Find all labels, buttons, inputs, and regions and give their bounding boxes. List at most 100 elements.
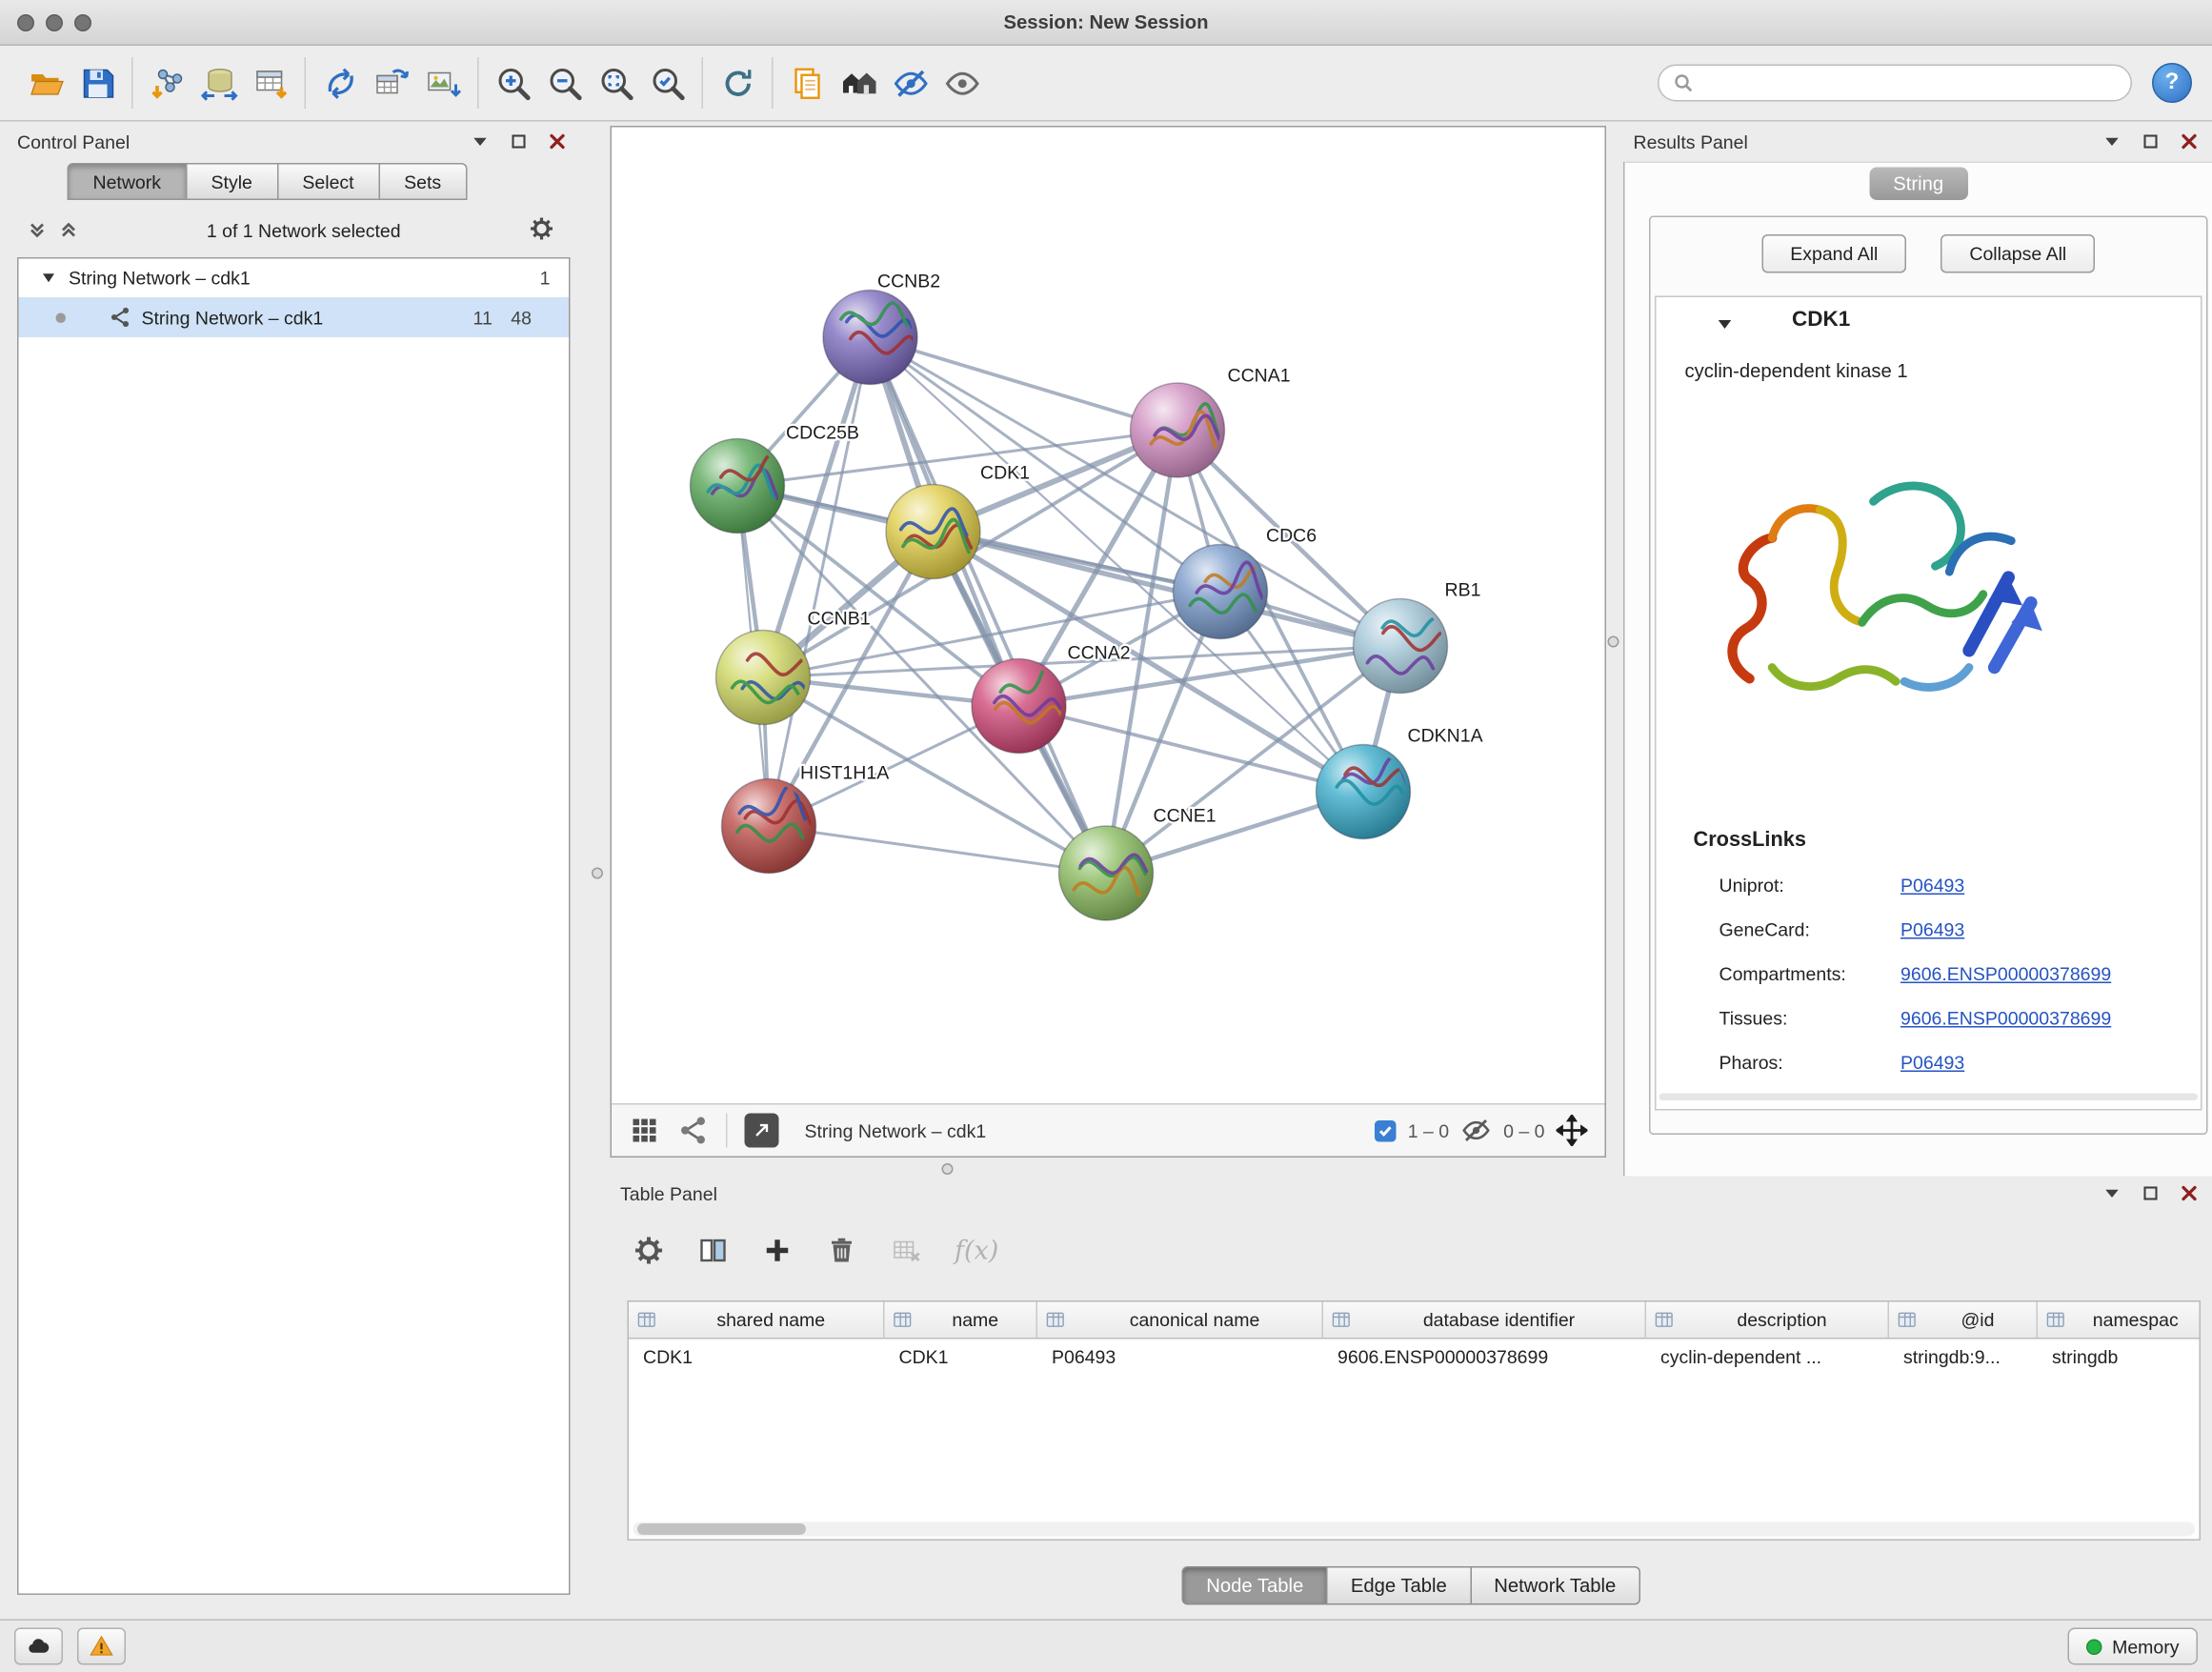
hide-selected-button[interactable] — [885, 54, 936, 111]
crosslink-value-link[interactable]: 9606.ENSP00000378699 — [1900, 963, 2111, 985]
network-node-HIST1H1A[interactable] — [722, 779, 816, 874]
search-box[interactable] — [1658, 65, 2132, 102]
tab-edge-table[interactable]: Edge Table — [1328, 1566, 1471, 1605]
panel-close-icon[interactable] — [2181, 133, 2198, 151]
network-node-CCNA2[interactable] — [972, 659, 1066, 754]
network-node-RB1[interactable] — [1354, 599, 1449, 694]
network-node-CDK1[interactable] — [886, 485, 980, 579]
crosslink-value-link[interactable]: 9606.ENSP00000378699 — [1900, 1008, 2111, 1030]
cloud-button[interactable] — [14, 1628, 63, 1665]
selected-nodes-checkbox[interactable] — [1375, 1119, 1397, 1141]
table-settings-gear-icon[interactable] — [633, 1235, 665, 1266]
refresh-button[interactable] — [712, 54, 763, 111]
copy-document-button[interactable] — [782, 54, 834, 111]
bottom-splitter-handle[interactable] — [942, 1163, 954, 1175]
add-column-plus-icon[interactable] — [762, 1235, 794, 1266]
expand-all-button[interactable]: Expand All — [1761, 234, 1906, 273]
network-node-CCNB2[interactable] — [823, 291, 917, 385]
panel-collapse-icon[interactable] — [2103, 1185, 2121, 1202]
crosslink-value-link[interactable]: P06493 — [1900, 1052, 1964, 1074]
help-button[interactable]: ? — [2152, 63, 2192, 103]
network-node-CDKN1A[interactable] — [1317, 745, 1412, 839]
node-table: shared namenamecanonical namedatabase id… — [628, 1300, 2202, 1541]
tab-style[interactable]: Style — [187, 163, 278, 200]
collapse-all-icon[interactable] — [28, 220, 48, 240]
network-node-CCNE1[interactable] — [1059, 826, 1154, 920]
column-header-database-identifier[interactable]: database identifier — [1323, 1302, 1646, 1339]
entry-collapse-icon[interactable] — [1717, 316, 1734, 338]
window-zoom-button[interactable] — [74, 14, 91, 31]
open-in-new-window-button[interactable] — [745, 1114, 779, 1148]
network-graph[interactable]: CCNB2CCNA1CDC25BCDK1CDC6RB1CCNB1CCNA2CDK… — [612, 128, 1605, 1105]
tree-expander-icon[interactable] — [42, 268, 56, 290]
show-columns-icon[interactable] — [697, 1235, 729, 1266]
zoom-selected-button[interactable] — [642, 54, 694, 111]
birds-eye-view-icon[interactable] — [629, 1115, 660, 1146]
tab-select[interactable]: Select — [278, 163, 380, 200]
collapse-all-button[interactable]: Collapse All — [1941, 234, 2095, 273]
tab-string[interactable]: String — [1869, 168, 1968, 201]
tab-node-table[interactable]: Node Table — [1182, 1566, 1328, 1605]
function-builder-button[interactable]: f(x) — [955, 1236, 998, 1266]
crosslink-value-link[interactable]: P06493 — [1900, 875, 1964, 896]
crosslink-value-link[interactable]: P06493 — [1900, 919, 1964, 941]
column-header--id[interactable]: @id — [1889, 1302, 2038, 1339]
column-header-namespac[interactable]: namespac — [2038, 1302, 2201, 1339]
column-header-description[interactable]: description — [1646, 1302, 1889, 1339]
network-node-CDC25B[interactable] — [691, 439, 787, 534]
expand-all-icon[interactable] — [59, 220, 79, 240]
crosslink-row: Uniprot:P06493 — [1719, 863, 2187, 908]
panel-float-icon[interactable] — [511, 133, 528, 151]
new-network-from-selection-button[interactable] — [314, 54, 366, 111]
node-label-CDC25B: CDC25B — [786, 423, 859, 444]
left-splitter-handle[interactable] — [592, 868, 603, 879]
network-collection-row[interactable]: String Network – cdk1 1 — [19, 259, 570, 298]
tab-sets[interactable]: Sets — [380, 163, 468, 200]
table-hscrollbar-thumb[interactable] — [637, 1523, 806, 1535]
network-node-CDC6[interactable] — [1174, 545, 1272, 639]
panel-float-icon[interactable] — [2142, 1185, 2160, 1202]
zoom-out-button[interactable] — [539, 54, 591, 111]
panel-float-icon[interactable] — [2142, 133, 2160, 151]
home-button[interactable] — [834, 54, 885, 111]
column-header-name[interactable]: name — [885, 1302, 1038, 1339]
window-minimize-button[interactable] — [46, 14, 63, 31]
import-table-from-file-button[interactable] — [245, 54, 296, 111]
import-network-from-file-button[interactable] — [142, 54, 193, 111]
tab-network[interactable]: Network — [68, 163, 188, 200]
search-input[interactable] — [1702, 72, 2117, 94]
memory-button[interactable]: Memory — [2068, 1628, 2198, 1665]
network-options-gear-icon[interactable] — [529, 215, 554, 246]
share-network-icon[interactable] — [677, 1115, 709, 1146]
node-label-CCNA2: CCNA2 — [1068, 643, 1131, 664]
delete-table-icon[interactable] — [891, 1235, 922, 1266]
panel-close-icon[interactable] — [2181, 1185, 2198, 1202]
window-close-button[interactable] — [17, 14, 34, 31]
table-row[interactable]: CDK1CDK1P064939606.ENSP00000378699cyclin… — [629, 1340, 2200, 1376]
panel-collapse-icon[interactable] — [472, 133, 489, 151]
entry-card-scrollbar[interactable] — [1659, 1094, 2199, 1101]
network-tree: String Network – cdk1 1 String Network –… — [17, 257, 571, 1595]
show-all-button[interactable] — [936, 54, 988, 111]
warnings-button[interactable] — [77, 1628, 126, 1665]
pan-move-icon[interactable] — [1557, 1115, 1588, 1146]
import-network-from-database-button[interactable] — [193, 54, 245, 111]
network-node-CCNA1[interactable] — [1131, 383, 1225, 477]
table-hscrollbar[interactable] — [633, 1522, 2196, 1537]
main-toolbar: ? — [0, 46, 2212, 122]
hidden-eye-slash-icon[interactable] — [1460, 1115, 1492, 1146]
save-session-button[interactable] — [71, 54, 123, 111]
right-splitter-handle[interactable] — [1608, 636, 1619, 648]
tab-network-table[interactable]: Network Table — [1471, 1566, 1639, 1605]
panel-collapse-icon[interactable] — [2103, 133, 2121, 151]
export-image-button[interactable] — [417, 54, 469, 111]
delete-column-trash-icon[interactable] — [826, 1235, 857, 1266]
panel-close-icon[interactable] — [549, 133, 566, 151]
network-row-selected[interactable]: String Network – cdk1 11 48 — [19, 297, 570, 337]
open-session-button[interactable] — [20, 54, 71, 111]
column-header-shared-name[interactable]: shared name — [629, 1302, 885, 1339]
zoom-in-button[interactable] — [488, 54, 539, 111]
zoom-fit-button[interactable] — [591, 54, 642, 111]
new-table-button[interactable] — [366, 54, 417, 111]
column-header-canonical-name[interactable]: canonical name — [1037, 1302, 1323, 1339]
